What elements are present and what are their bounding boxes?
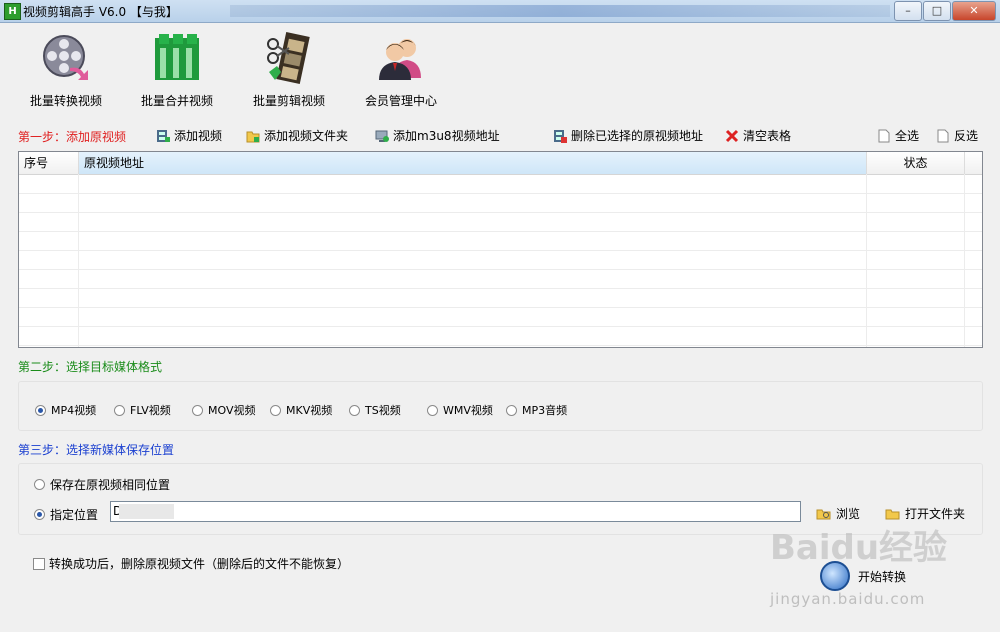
- invert-label: 反选: [954, 129, 979, 143]
- page-icon: [936, 129, 950, 143]
- save-custom-label: 指定位置: [50, 508, 99, 522]
- invert-selection-button[interactable]: 反选: [936, 127, 978, 144]
- format-radio-mkv[interactable]: MKV视频: [270, 402, 332, 418]
- folder-icon: [885, 508, 900, 520]
- save-path-input[interactable]: D: [110, 501, 801, 522]
- batch-edit-button[interactable]: 批量剪辑视频: [234, 32, 344, 109]
- add-folder-button[interactable]: 添加视频文件夹: [246, 127, 348, 144]
- batch-merge-button[interactable]: 批量合并视频: [122, 32, 232, 109]
- table-row: [19, 213, 982, 232]
- clear-table-button[interactable]: 清空表格: [725, 127, 791, 144]
- folder-add-icon: [246, 129, 260, 143]
- table-row: [19, 270, 982, 289]
- radio-dot: [270, 404, 281, 416]
- table-row: [19, 308, 982, 327]
- building-blocks-icon: [151, 32, 203, 84]
- radio-dot: [192, 404, 203, 416]
- film-strip-scissors-icon: [263, 32, 315, 84]
- delete-selected-label: 删除已选择的原视频地址: [571, 129, 704, 143]
- batch-convert-button[interactable]: 批量转换视频: [11, 32, 121, 109]
- format-label: TS视频: [365, 404, 401, 417]
- format-radio-mp4[interactable]: MP4视频: [35, 402, 96, 418]
- app-icon: H: [4, 3, 21, 20]
- add-folder-label: 添加视频文件夹: [264, 129, 349, 143]
- radio-dot: [427, 404, 438, 416]
- format-label: MKV视频: [286, 404, 333, 417]
- close-button[interactable]: ✕: [952, 1, 996, 21]
- table-row: [19, 194, 982, 213]
- watermark-url: jingyan.baidu.com: [770, 590, 926, 608]
- radio-dot: [34, 479, 45, 490]
- checkbox-box: [33, 557, 45, 570]
- save-same-label: 保存在原视频相同位置: [50, 478, 171, 492]
- format-label: MP3音频: [522, 404, 568, 417]
- title-bar: H 视频剪辑高手 V6.0 【与我】 – □ ✕: [0, 0, 1000, 23]
- film-delete-icon: [553, 129, 567, 143]
- delete-after-label: 转换成功后，删除原视频文件（删除后的文件不能恢复）: [49, 557, 350, 571]
- maximize-button[interactable]: □: [923, 1, 951, 21]
- format-radio-flv[interactable]: FLV视频: [114, 402, 171, 418]
- page-icon: [877, 129, 891, 143]
- format-label: WMV视频: [443, 404, 493, 417]
- radio-dot: [349, 404, 360, 416]
- window-title: 视频剪辑高手 V6.0 【与我】: [23, 5, 178, 19]
- step1-label: 第一步：添加原视频: [18, 130, 127, 144]
- select-all-label: 全选: [895, 129, 920, 143]
- format-label: MOV视频: [208, 404, 256, 417]
- film-add-icon: [156, 129, 170, 143]
- column-header-path[interactable]: 原视频地址: [79, 152, 867, 174]
- table-row: [19, 327, 982, 346]
- start-icon: [820, 561, 850, 591]
- minimize-button[interactable]: –: [894, 1, 922, 21]
- toolbar-label: 批量合并视频: [140, 94, 213, 108]
- format-radio-mp3[interactable]: MP3音频: [506, 402, 567, 418]
- table-row: [19, 232, 982, 251]
- video-table[interactable]: 序号 原视频地址 状态: [18, 151, 983, 348]
- add-m3u8-label: 添加m3u8视频地址: [393, 129, 500, 143]
- red-x-icon: [725, 129, 739, 143]
- delete-after-checkbox[interactable]: 转换成功后，删除原视频文件（删除后的文件不能恢复）: [33, 555, 349, 572]
- select-all-button[interactable]: 全选: [877, 127, 919, 144]
- table-header: 序号 原视频地址 状态: [19, 152, 982, 175]
- radio-dot: [35, 404, 46, 416]
- table-row: [19, 251, 982, 270]
- users-icon: [375, 32, 427, 84]
- save-custom-location-radio[interactable]: 指定位置: [34, 506, 98, 523]
- title-bar-background-text: [230, 5, 890, 17]
- clear-table-label: 清空表格: [743, 129, 792, 143]
- format-panel: MP4视频 FLV视频 MOV视频 MKV视频 TS视频 WMV视频 MP3音频: [18, 381, 983, 431]
- network-add-icon: [375, 129, 389, 143]
- folder-search-icon: [816, 508, 831, 520]
- start-convert-button[interactable]: 开始转换: [820, 561, 906, 591]
- redacted-path: [119, 504, 174, 519]
- member-center-button[interactable]: 会员管理中心: [346, 32, 456, 109]
- add-video-label: 添加视频: [174, 129, 223, 143]
- format-radio-mov[interactable]: MOV视频: [192, 402, 255, 418]
- format-label: FLV视频: [130, 404, 171, 417]
- step3-label: 第三步：选择新媒体保存位置: [18, 443, 175, 457]
- column-header-index[interactable]: 序号: [19, 152, 79, 174]
- radio-dot: [114, 404, 125, 416]
- save-same-location-radio[interactable]: 保存在原视频相同位置: [34, 476, 170, 493]
- table-row: [19, 175, 982, 194]
- add-m3u8-button[interactable]: 添加m3u8视频地址: [375, 127, 500, 144]
- start-label: 开始转换: [858, 569, 907, 584]
- radio-dot: [34, 509, 45, 520]
- film-reel-icon: [40, 32, 92, 84]
- format-radio-wmv[interactable]: WMV视频: [427, 402, 493, 418]
- toolbar-label: 批量剪辑视频: [252, 94, 325, 108]
- delete-selected-button[interactable]: 删除已选择的原视频地址: [553, 127, 703, 144]
- column-header-status[interactable]: 状态: [867, 152, 965, 174]
- table-row: [19, 289, 982, 308]
- add-video-button[interactable]: 添加视频: [156, 127, 222, 144]
- format-label: MP4视频: [51, 404, 97, 417]
- toolbar-label: 批量转换视频: [29, 94, 102, 108]
- step2-label: 第二步：选择目标媒体格式: [18, 360, 163, 374]
- radio-dot: [506, 404, 517, 416]
- toolbar-label: 会员管理中心: [364, 94, 437, 108]
- format-radio-ts[interactable]: TS视频: [349, 402, 401, 418]
